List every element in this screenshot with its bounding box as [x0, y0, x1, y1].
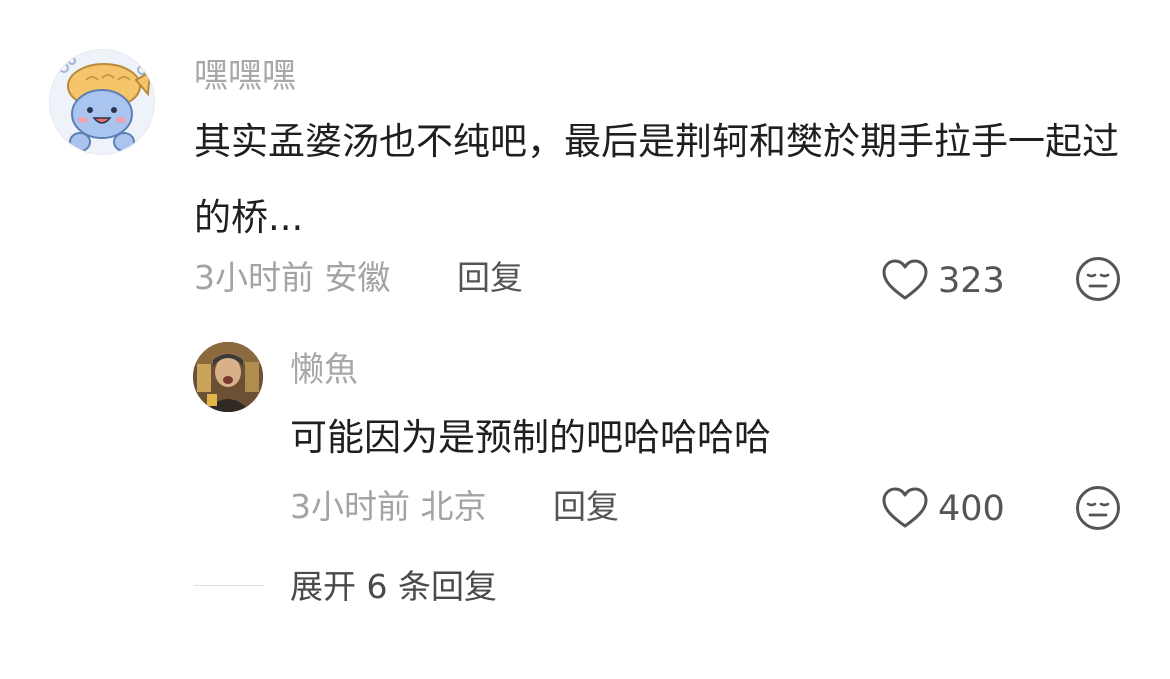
reply-time: 3小时前 — [290, 487, 410, 526]
meh-face-icon[interactable] — [1075, 256, 1121, 302]
whale-avatar-image — [59, 57, 152, 152]
comment-time: 3小时前 — [194, 258, 314, 297]
expand-divider — [194, 585, 264, 586]
like-count: 323 — [938, 261, 1005, 301]
heart-outline-icon[interactable] — [881, 486, 929, 530]
reply-username[interactable]: 懒魚 — [290, 350, 358, 390]
avatar[interactable] — [49, 49, 155, 155]
reply-text: 可能因为是预制的吧哈哈哈哈 — [290, 416, 771, 459]
reply-button[interactable]: 回复 — [553, 487, 619, 527]
avatar[interactable] — [193, 342, 263, 412]
reply-meta: 3小时前 北京 — [290, 487, 487, 527]
like-count: 400 — [938, 489, 1005, 529]
reply-location: 北京 — [420, 487, 487, 526]
comment-username[interactable]: 嘿嘿嘿 — [194, 56, 296, 96]
comment-meta: 3小时前 安徽 — [194, 258, 391, 298]
comment-text: 其实孟婆汤也不纯吧，最后是荆轲和樊於期手拉手一起过的桥... — [194, 120, 1119, 239]
expand-replies-button[interactable]: 展开 6 条回复 — [290, 567, 497, 607]
heart-outline-icon[interactable] — [881, 258, 929, 302]
photo-avatar-image — [193, 342, 263, 412]
comment-location: 安徽 — [324, 258, 391, 297]
reply-button[interactable]: 回复 — [457, 258, 523, 298]
meh-face-icon[interactable] — [1075, 485, 1121, 531]
